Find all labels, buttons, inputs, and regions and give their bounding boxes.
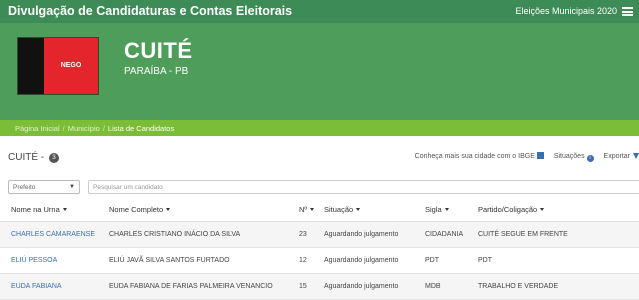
breadcrumb-separator: / <box>62 124 65 133</box>
download-icon <box>633 153 639 159</box>
party-coalition: PDT <box>478 257 492 264</box>
cargo-select[interactable]: Prefeito ▼ <box>8 180 80 194</box>
candidate-count-badge: 3 <box>48 153 59 163</box>
col-header-partido[interactable]: Partido/Coligação <box>478 205 545 214</box>
col-header-label: Partido/Coligação <box>478 205 538 214</box>
election-label[interactable]: Eleições Municipais 2020 <box>515 6 617 16</box>
top-navbar: Divulgação de Candidaturas e Contas Elei… <box>0 0 639 23</box>
col-header-nome-completo[interactable]: Nome Completo <box>109 205 171 214</box>
flag-black-stripe <box>18 38 44 94</box>
candidate-search-input[interactable]: Pesquisar um candidato <box>88 180 639 194</box>
col-header-situacao[interactable]: Situação <box>324 205 361 214</box>
candidate-status: Aguardando julgamento <box>324 257 399 264</box>
col-header-sigla[interactable]: Sigla <box>425 205 449 214</box>
candidates-table: Nome na Urna Nome Completo Nº Situação S… <box>0 198 639 300</box>
party-acronym: PDT <box>425 257 439 264</box>
candidate-number: 12 <box>299 257 307 264</box>
city-header: NEGO CUITÉ PARAÍBA - PB <box>0 23 639 120</box>
page-title-text: CUITÉ - <box>8 152 45 163</box>
col-header-label: Sigla <box>425 205 442 214</box>
candidate-name-link[interactable]: EUDA FABIANA <box>11 283 62 290</box>
section-header: CUITÉ - 3 Conheça mais sua cidade com o … <box>0 136 639 176</box>
candidate-number: 23 <box>299 231 307 238</box>
filter-bar: Prefeito ▼ Pesquisar um candidato <box>0 180 639 194</box>
city-flag: NEGO <box>17 37 99 95</box>
breadcrumb-current: Lista de Candidatos <box>107 124 175 133</box>
candidate-name-link[interactable]: CHARLES CAMARAENSE <box>11 231 95 238</box>
party-acronym: MDB <box>425 283 441 290</box>
hamburger-menu-icon[interactable] <box>622 7 633 16</box>
table-row[interactable]: CHARLES CAMARAENSE CHARLES CRISTIANO INÁ… <box>0 222 639 248</box>
candidate-full-name: EUDA FABIANA DE FARIAS PALMEIRA VENANCIO <box>109 283 273 290</box>
situacoes-link[interactable]: Situações i <box>553 153 594 162</box>
candidate-status: Aguardando julgamento <box>324 231 399 238</box>
info-icon: i <box>586 155 594 162</box>
candidate-full-name: ELIÚ JAVÃ SILVA SANTOS FURTADO <box>109 257 230 264</box>
situacoes-label: Situações <box>553 153 585 160</box>
col-header-label: Nome Completo <box>109 205 164 214</box>
breadcrumb-separator: / <box>102 124 105 133</box>
state-name: PARAÍBA - PB <box>124 66 189 77</box>
external-link-icon <box>536 152 544 159</box>
ibge-link-label: Conheça mais sua cidade com o IBGE <box>414 153 535 160</box>
candidate-number: 15 <box>299 283 307 290</box>
col-header-label: Nome na Urna <box>11 205 60 214</box>
app-title[interactable]: Divulgação de Candidaturas e Contas Elei… <box>8 4 292 18</box>
ibge-link[interactable]: Conheça mais sua cidade com o IBGE <box>414 152 544 160</box>
col-header-label: Nº <box>299 205 308 214</box>
breadcrumb: Página Inicial / Município / Lista de Candid… <box>0 120 639 136</box>
sort-caret-icon <box>356 208 361 211</box>
flag-text: NEGO <box>60 62 82 69</box>
city-name: CUITÉ <box>124 38 193 63</box>
candidate-status: Aguardando julgamento <box>324 283 399 290</box>
party-coalition: TRABALHO E VERDADE <box>478 283 559 290</box>
cargo-select-value: Prefeito <box>13 184 36 191</box>
sort-caret-icon <box>310 208 315 211</box>
table-row[interactable]: EUDA FABIANA EUDA FABIANA DE FARIAS PALM… <box>0 274 639 300</box>
breadcrumb-home[interactable]: Página Inicial <box>15 124 60 133</box>
exportar-label: Exportar <box>603 153 630 160</box>
candidate-full-name: CHARLES CRISTIANO INÁCIO DA SILVA <box>109 231 241 238</box>
header-actions: Conheça mais sua cidade com o IBGE Situa… <box>407 152 639 162</box>
col-header-nome-urna[interactable]: Nome na Urna <box>11 205 67 214</box>
exportar-link[interactable]: Exportar <box>604 153 639 160</box>
sort-caret-icon <box>444 208 449 211</box>
candidate-name-link[interactable]: ELIÚ PESSOA <box>11 257 57 264</box>
col-header-label: Situação <box>324 205 354 214</box>
sort-caret-icon <box>540 208 545 211</box>
breadcrumb-municipio[interactable]: Município <box>68 124 100 133</box>
sort-caret-icon <box>166 208 171 211</box>
party-coalition: CUITÉ SEGUE EM FRENTE <box>478 231 568 238</box>
chevron-down-icon: ▼ <box>69 184 75 190</box>
page-title: CUITÉ - 3 <box>8 152 59 163</box>
table-header: Nome na Urna Nome Completo Nº Situação S… <box>0 198 639 222</box>
sort-caret-icon <box>62 208 67 211</box>
col-header-numero[interactable]: Nº <box>299 205 315 214</box>
table-row[interactable]: ELIÚ PESSOA ELIÚ JAVÃ SILVA SANTOS FURTA… <box>0 248 639 274</box>
party-acronym: CIDADANIA <box>425 231 464 238</box>
